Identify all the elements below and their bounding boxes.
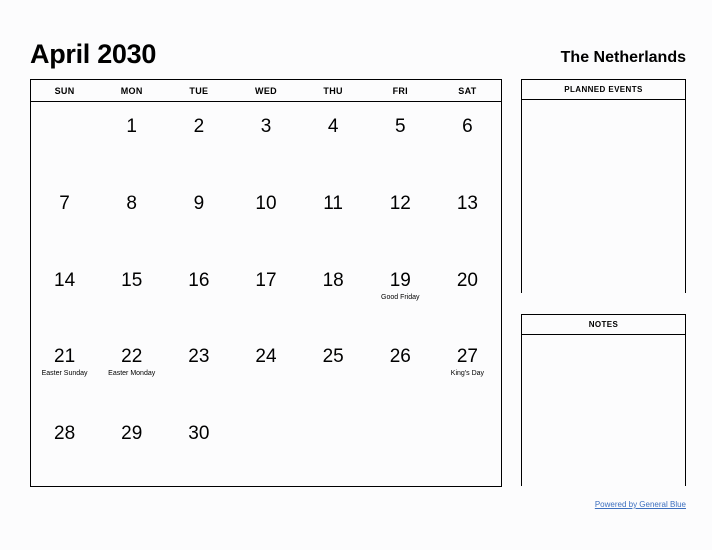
day-number: 23	[188, 346, 210, 368]
day-cell[interactable]: 12	[367, 179, 434, 256]
day-cell[interactable]: 6	[434, 102, 501, 179]
day-number: 28	[54, 423, 76, 445]
notes-title: NOTES	[522, 315, 685, 335]
day-cell[interactable]: 27 King's Day	[434, 332, 501, 409]
day-number: 13	[456, 192, 478, 214]
day-cell[interactable]: 4	[300, 102, 367, 179]
day-number: 24	[255, 346, 277, 368]
day-cell[interactable]	[300, 409, 367, 486]
day-cell[interactable]: 23	[165, 332, 232, 409]
day-cell[interactable]: 26	[367, 332, 434, 409]
day-cell[interactable]: 11	[300, 179, 367, 256]
day-cell[interactable]: 22 Easter Monday	[98, 332, 165, 409]
day-cell[interactable]: 1	[98, 102, 165, 179]
day-event-label: King's Day	[450, 370, 485, 378]
day-cell[interactable]	[367, 409, 434, 486]
day-number: 1	[126, 116, 137, 137]
day-cell[interactable]: 14	[31, 256, 98, 333]
page-title: April 2030	[30, 39, 157, 69]
notes-panel: NOTES	[521, 314, 686, 487]
week-row: 21 Easter Sunday 22 Easter Monday 23 24 …	[31, 332, 501, 409]
day-cell[interactable]: 15	[98, 256, 165, 333]
day-number: 29	[121, 423, 143, 445]
day-cell[interactable]: 24	[232, 332, 299, 409]
day-number: 11	[323, 192, 343, 214]
day-number: 2	[193, 116, 205, 137]
day-number: 10	[255, 192, 277, 214]
day-cell[interactable]: 20	[434, 256, 501, 333]
planned-events-title: PLANNED EVENTS	[522, 80, 685, 100]
weekday-header-row: SUN MON TUE WED THU FRI SAT	[31, 80, 501, 102]
day-cell[interactable]: 29	[98, 409, 165, 486]
week-row: 28 29 30	[31, 409, 501, 486]
sidebar: PLANNED EVENTS NOTES Powered by General …	[521, 79, 686, 509]
day-number: 18	[322, 269, 344, 291]
day-cell[interactable]: 10	[232, 179, 299, 256]
day-number: 5	[394, 116, 406, 137]
powered-by-link[interactable]: Powered by General Blue	[595, 500, 686, 509]
day-number: 14	[54, 269, 76, 291]
day-number: 16	[188, 269, 210, 291]
day-cell[interactable]: 30	[165, 409, 232, 486]
day-number: 26	[389, 346, 411, 368]
weekday-header-sun: SUN	[54, 85, 75, 96]
day-number: 6	[462, 116, 473, 137]
calendar-weeks: 1 2 3 4 5 6 7 8 9 10 11 12 13 14 15 16 1…	[31, 102, 501, 486]
day-number: 8	[126, 192, 137, 214]
day-number: 17	[255, 269, 277, 291]
day-cell[interactable]: 16	[165, 256, 232, 333]
weekday-header-thu: THU	[323, 85, 343, 96]
day-number: 3	[260, 116, 272, 137]
day-cell[interactable]	[31, 102, 98, 179]
notes-body[interactable]	[522, 335, 685, 487]
day-number: 15	[121, 269, 143, 291]
day-number: 30	[188, 423, 210, 445]
day-cell[interactable]: 21 Easter Sunday	[31, 332, 98, 409]
footer: Powered by General Blue	[521, 494, 686, 509]
day-number: 27	[456, 346, 478, 368]
day-cell[interactable]: 8	[98, 179, 165, 256]
day-number: 4	[327, 116, 339, 137]
region-title: The Netherlands	[560, 49, 686, 66]
day-cell[interactable]: 5	[367, 102, 434, 179]
day-number: 21	[54, 346, 76, 368]
day-cell[interactable]: 2	[165, 102, 232, 179]
day-event-label: Easter Sunday	[41, 370, 88, 378]
day-number: 19	[389, 269, 411, 291]
weekday-header-mon: MON	[120, 85, 143, 96]
day-cell[interactable]: 19 Good Friday	[367, 256, 434, 333]
day-cell[interactable]	[232, 409, 299, 486]
day-number: 7	[59, 192, 70, 214]
day-number: 12	[389, 192, 411, 214]
week-row: 14 15 16 17 18 19 Good Friday 20	[31, 256, 501, 333]
planned-events-body[interactable]	[522, 100, 685, 294]
weekday-header-sat: SAT	[458, 85, 477, 96]
day-cell[interactable]: 7	[31, 179, 98, 256]
day-cell[interactable]: 18	[300, 256, 367, 333]
day-cell[interactable]: 17	[232, 256, 299, 333]
week-row: 7 8 9 10 11 12 13	[31, 179, 501, 256]
day-number: 20	[456, 269, 478, 291]
day-number: 9	[193, 192, 205, 214]
day-event-label: Good Friday	[381, 293, 420, 301]
day-cell[interactable]	[434, 409, 501, 486]
day-cell[interactable]: 9	[165, 179, 232, 256]
weekday-header-tue: TUE	[189, 85, 209, 96]
day-number: 25	[322, 346, 344, 368]
day-event-label: Easter Monday	[108, 370, 156, 378]
day-cell[interactable]: 13	[434, 179, 501, 256]
week-row: 1 2 3 4 5 6	[31, 102, 501, 179]
weekday-header-wed: WED	[255, 85, 277, 96]
day-number: 22	[121, 346, 143, 368]
day-cell[interactable]: 3	[232, 102, 299, 179]
day-cell[interactable]: 28	[31, 409, 98, 486]
weekday-header-fri: FRI	[392, 85, 408, 96]
planned-events-panel: PLANNED EVENTS	[521, 79, 686, 294]
calendar-grid: SUN MON TUE WED THU FRI SAT 1 2 3 4 5 6 …	[30, 79, 502, 487]
page-header: April 2030 The Netherlands	[30, 28, 686, 68]
day-cell[interactable]: 25	[300, 332, 367, 409]
